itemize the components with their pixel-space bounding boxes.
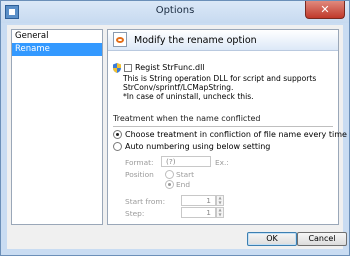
position-end-label: End <box>176 180 191 189</box>
auto-numbering-radio[interactable] <box>113 142 122 151</box>
description-line: *In case of uninstall, uncheck this. <box>123 92 254 101</box>
close-button[interactable]: ✕ <box>305 1 345 19</box>
format-label: Format: <box>125 158 154 167</box>
regist-label: Regist StrFunc.dll <box>135 63 205 72</box>
start-from-label: Start from: <box>125 197 166 206</box>
title-bar[interactable]: Options ✕ <box>1 1 349 23</box>
example-label: Ex.: <box>215 158 229 167</box>
description-line: StrConv/sprintf/LCMapString. <box>123 83 234 92</box>
step-input[interactable]: 1 <box>181 207 216 218</box>
position-start-radio[interactable] <box>165 170 174 179</box>
dll-description: This is String operation DLL for script … <box>123 74 333 101</box>
options-window: Options ✕ General Rename Modify the rena… <box>0 0 350 256</box>
category-list: General Rename <box>11 29 103 225</box>
position-end-radio[interactable] <box>165 180 174 189</box>
regist-checkbox[interactable] <box>124 64 132 72</box>
step-spinner[interactable]: ▲ ▼ <box>216 207 224 218</box>
step-label: Step: <box>125 209 145 218</box>
start-from-spinner[interactable]: ▲ ▼ <box>216 195 224 206</box>
description-line: This is String operation DLL for script … <box>123 74 317 83</box>
rename-panel: Modify the rename option Regist StrFunc.… <box>107 29 347 225</box>
auto-numbering-label: Auto numbering using below setting <box>125 142 271 151</box>
window-title: Options <box>155 5 195 16</box>
nav-item-rename[interactable]: Rename <box>12 43 102 56</box>
choose-every-time-radio[interactable] <box>113 130 122 139</box>
cancel-button[interactable]: Cancel <box>297 232 347 246</box>
panel-header: Modify the rename option <box>108 30 338 51</box>
choose-every-time-label: Choose treatment in confliction of file … <box>125 130 347 139</box>
start-from-input[interactable]: 1 <box>181 195 216 206</box>
panel-title: Modify the rename option <box>134 35 257 46</box>
ok-button[interactable]: OK <box>247 232 297 246</box>
position-start-label: Start <box>176 170 195 179</box>
conflict-group-label: Treatment when the name conflicted <box>113 114 261 123</box>
format-input[interactable]: (?) <box>161 156 211 167</box>
nav-item-general[interactable]: General <box>12 30 102 43</box>
rename-icon <box>113 32 127 47</box>
group-divider <box>113 126 333 127</box>
dialog-client: General Rename Modify the rename option … <box>7 25 347 249</box>
position-label: Position <box>125 170 154 179</box>
uac-shield-icon <box>113 63 121 73</box>
